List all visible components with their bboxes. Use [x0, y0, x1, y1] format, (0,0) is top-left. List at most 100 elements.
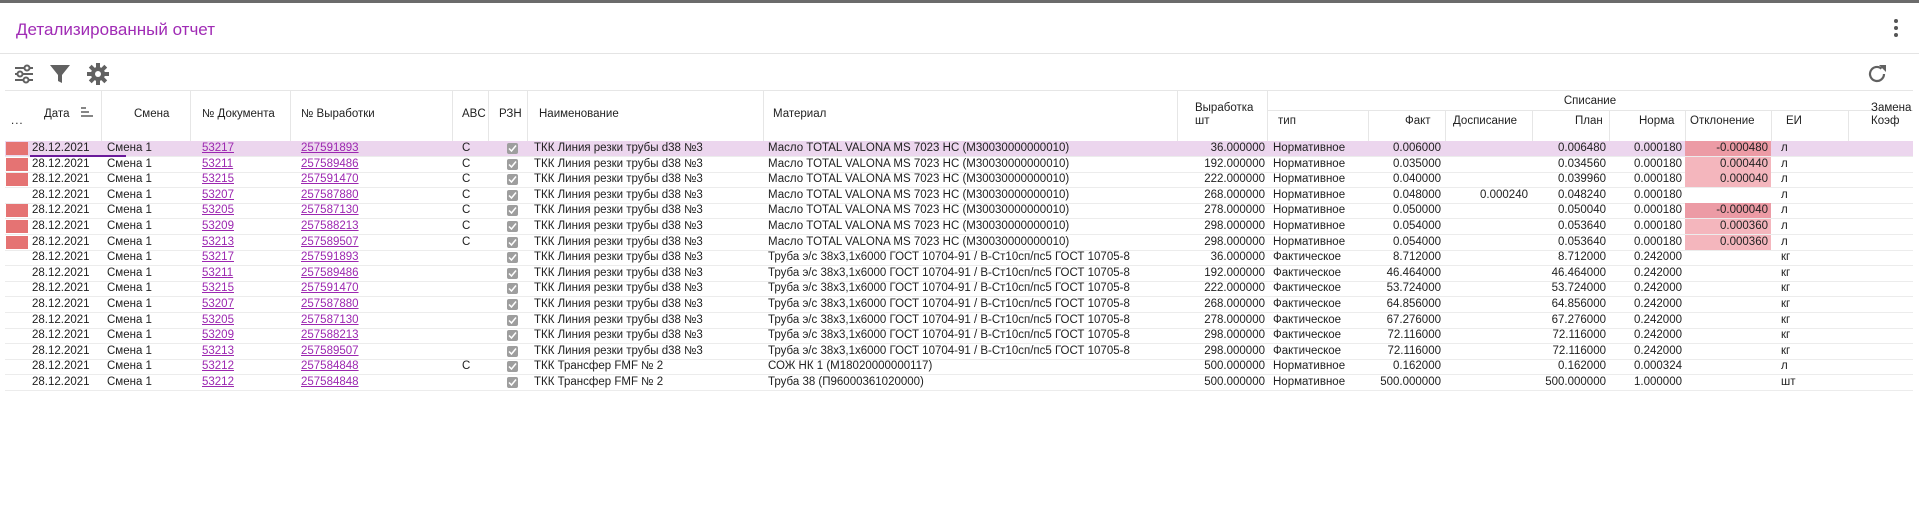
output-number-link[interactable]: 257587880: [301, 298, 359, 310]
rzn-checkbox[interactable]: [507, 346, 518, 357]
output-number-link[interactable]: 257588213: [301, 220, 359, 232]
row-status-marker: [6, 142, 28, 155]
output-number-link[interactable]: 257591470: [301, 173, 359, 185]
document-link[interactable]: 53205: [202, 314, 234, 326]
output-number-link[interactable]: 257587880: [301, 189, 359, 201]
document-link[interactable]: 53211: [202, 267, 233, 279]
col-date[interactable]: Дата: [44, 108, 69, 120]
rzn-checkbox[interactable]: [507, 205, 518, 216]
rzn-checkbox[interactable]: [507, 159, 518, 170]
col-fact[interactable]: Факт: [1405, 115, 1431, 127]
col-type[interactable]: тип: [1278, 115, 1296, 127]
table-row[interactable]: 28.12.2021 Смена 1 53212 257584848 C ТКК Тран…: [5, 359, 1913, 375]
output-number-link[interactable]: 257587130: [301, 314, 359, 326]
document-link[interactable]: 53205: [202, 204, 234, 216]
table-row[interactable]: 28.12.2021 Смена 1 53211 257589486 C ТКК Лини…: [5, 157, 1913, 173]
document-link[interactable]: 53212: [202, 376, 234, 388]
rzn-checkbox[interactable]: [507, 361, 518, 372]
col-material[interactable]: Материал: [773, 108, 826, 120]
table-row[interactable]: 28.12.2021 Смена 1 53205 257587130 ТКК Линия…: [5, 313, 1913, 329]
col-output-qty[interactable]: Выработка: [1195, 102, 1253, 114]
output-number-link[interactable]: 257589507: [301, 236, 359, 248]
filter-icon[interactable]: [48, 62, 72, 86]
rzn-checkbox[interactable]: [507, 174, 518, 185]
output-number-link[interactable]: 257589486: [301, 158, 359, 170]
table-row[interactable]: 28.12.2021 Смена 1 53211 257589486 ТКК Линия…: [5, 266, 1913, 282]
document-link[interactable]: 53209: [202, 220, 234, 232]
sort-icon[interactable]: [81, 107, 93, 120]
sliders-icon[interactable]: [12, 62, 36, 86]
cell-norm: 0.000180: [1634, 204, 1682, 216]
output-number-link[interactable]: 257587130: [301, 204, 359, 216]
document-link[interactable]: 53215: [202, 173, 234, 185]
toolbar: [0, 54, 1919, 90]
cell-type: Фактическое: [1273, 282, 1342, 294]
rzn-checkbox[interactable]: [507, 143, 518, 154]
more-vert-icon[interactable]: [1893, 19, 1899, 39]
table-row[interactable]: 28.12.2021 Смена 1 53215 257591470 C ТКК Лини…: [5, 172, 1913, 188]
col-name[interactable]: Наименование: [539, 108, 619, 120]
document-link[interactable]: 53209: [202, 329, 234, 341]
rzn-checkbox[interactable]: [507, 190, 518, 201]
cell-output-qty: 192.000000: [1204, 267, 1265, 279]
table-row[interactable]: 28.12.2021 Смена 1 53213 257589507 C ТКК Лини…: [5, 235, 1913, 251]
cell-output-qty: 298.000000: [1204, 236, 1265, 248]
col-document[interactable]: № Документа: [202, 108, 275, 120]
rzn-checkbox[interactable]: [507, 283, 518, 294]
col-unit[interactable]: ЕИ: [1786, 115, 1802, 127]
columns-menu-button[interactable]: ...: [11, 115, 24, 127]
document-link[interactable]: 53207: [202, 298, 234, 310]
col-extra[interactable]: Досписание: [1453, 115, 1517, 127]
rzn-checkbox[interactable]: [507, 330, 518, 341]
refresh-icon[interactable]: [1865, 62, 1889, 86]
table-row[interactable]: 28.12.2021 Смена 1 53207 257587880 ТКК Линия…: [5, 297, 1913, 313]
rzn-checkbox[interactable]: [507, 221, 518, 232]
table-row[interactable]: 28.12.2021 Смена 1 53212 257584848 ТКК Транс…: [5, 375, 1913, 391]
document-link[interactable]: 53215: [202, 282, 234, 294]
cell-unit: л: [1781, 173, 1788, 185]
table-row[interactable]: 28.12.2021 Смена 1 53213 257589507 ТКК Линия…: [5, 344, 1913, 360]
col-rzn[interactable]: РЗН: [499, 108, 522, 120]
output-number-link[interactable]: 257591893: [301, 251, 359, 263]
table-row[interactable]: 28.12.2021 Смена 1 53217 257591893 ТКК Линия…: [5, 250, 1913, 266]
table-row[interactable]: 28.12.2021 Смена 1 53209 257588213 C ТКК Лини…: [5, 219, 1913, 235]
output-number-link[interactable]: 257591470: [301, 282, 359, 294]
col-abc[interactable]: ABC: [462, 108, 486, 120]
rzn-checkbox[interactable]: [507, 377, 518, 388]
output-number-link[interactable]: 257584848: [301, 376, 359, 388]
cell-date: 28.12.2021: [32, 267, 90, 279]
cell-fact: 72.116000: [1387, 329, 1441, 341]
rzn-checkbox[interactable]: [507, 299, 518, 310]
col-shift[interactable]: Смена: [134, 108, 169, 120]
document-link[interactable]: 53207: [202, 189, 234, 201]
document-link[interactable]: 53217: [202, 251, 234, 263]
col-norm[interactable]: Норма: [1639, 115, 1674, 127]
gear-icon[interactable]: [86, 62, 110, 86]
output-number-link[interactable]: 257584848: [301, 360, 359, 372]
table-row[interactable]: 28.12.2021 Смена 1 53217 257591893 C ТКК Лини…: [5, 141, 1913, 157]
rzn-checkbox[interactable]: [507, 268, 518, 279]
output-number-link[interactable]: 257588213: [301, 329, 359, 341]
cell-date: 28.12.2021: [32, 236, 90, 248]
col-deviation[interactable]: Отклонение: [1690, 115, 1755, 127]
table-row[interactable]: 28.12.2021 Смена 1 53207 257587880 C ТКК Лини…: [5, 188, 1913, 204]
document-link[interactable]: 53213: [202, 236, 234, 248]
rzn-checkbox[interactable]: [507, 315, 518, 326]
rzn-checkbox[interactable]: [507, 252, 518, 263]
col-replace[interactable]: Замена: [1871, 102, 1911, 114]
document-link[interactable]: 53211: [202, 158, 233, 170]
document-link[interactable]: 53217: [202, 142, 234, 154]
rzn-checkbox[interactable]: [507, 237, 518, 248]
document-link[interactable]: 53212: [202, 360, 234, 372]
col-output-number[interactable]: № Выработки: [301, 108, 375, 120]
cell-name: ТКК Линия резки трубы d38 №3: [534, 329, 703, 341]
document-link[interactable]: 53213: [202, 345, 234, 357]
output-number-link[interactable]: 257589507: [301, 345, 359, 357]
cell-norm: 0.000180: [1634, 220, 1682, 232]
table-row[interactable]: 28.12.2021 Смена 1 53215 257591470 ТКК Линия…: [5, 281, 1913, 297]
output-number-link[interactable]: 257589486: [301, 267, 359, 279]
table-row[interactable]: 28.12.2021 Смена 1 53209 257588213 ТКК Линия…: [5, 328, 1913, 344]
table-row[interactable]: 28.12.2021 Смена 1 53205 257587130 C ТКК Лини…: [5, 203, 1913, 219]
col-plan[interactable]: План: [1575, 115, 1603, 127]
output-number-link[interactable]: 257591893: [301, 142, 359, 154]
